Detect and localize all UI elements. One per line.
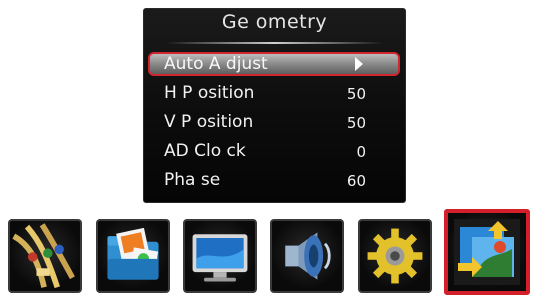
gear-icon xyxy=(367,228,423,284)
menu-item-value: 50 xyxy=(346,114,366,132)
tab-picture[interactable] xyxy=(96,219,170,293)
menu-item-ad-clock[interactable]: AD Clo ck 0 xyxy=(148,140,400,164)
cables-icon xyxy=(12,223,75,289)
geometry-menu-panel: Ge ometry Auto A djust H P osition 50 V … xyxy=(143,8,406,203)
tab-audio[interactable] xyxy=(270,219,344,293)
tab-input-source[interactable] xyxy=(8,219,82,293)
menu-title: Ge ometry xyxy=(221,11,328,33)
menu-item-label: Auto A djust xyxy=(164,54,268,74)
arrow-right-icon xyxy=(355,57,363,71)
menu-item-label: AD Clo ck xyxy=(164,141,246,161)
menu-item-value: 0 xyxy=(356,143,366,161)
menu-item-value: 50 xyxy=(346,85,366,103)
menu-item-label: Pha se xyxy=(164,170,221,190)
monitor-icon xyxy=(192,234,248,282)
menu-item-label: H P osition xyxy=(164,83,255,103)
menu-item-phase[interactable]: Pha se 60 xyxy=(148,169,400,193)
menu-item-label: V P osition xyxy=(164,112,254,132)
picture-folder-icon xyxy=(107,227,159,280)
tab-geometry[interactable] xyxy=(444,209,530,295)
category-dock xyxy=(0,209,533,295)
menu-item-h-position[interactable]: H P osition 50 xyxy=(148,82,400,106)
title-divider xyxy=(166,42,383,44)
geometry-position-icon xyxy=(454,219,520,285)
menu-item-v-position[interactable]: V P osition 50 xyxy=(148,111,400,135)
speaker-icon xyxy=(285,232,331,280)
tab-display[interactable] xyxy=(183,219,257,293)
tab-settings[interactable] xyxy=(358,219,432,293)
menu-item-value: 60 xyxy=(346,172,366,190)
menu-item-auto-adjust[interactable]: Auto A djust xyxy=(148,52,400,76)
